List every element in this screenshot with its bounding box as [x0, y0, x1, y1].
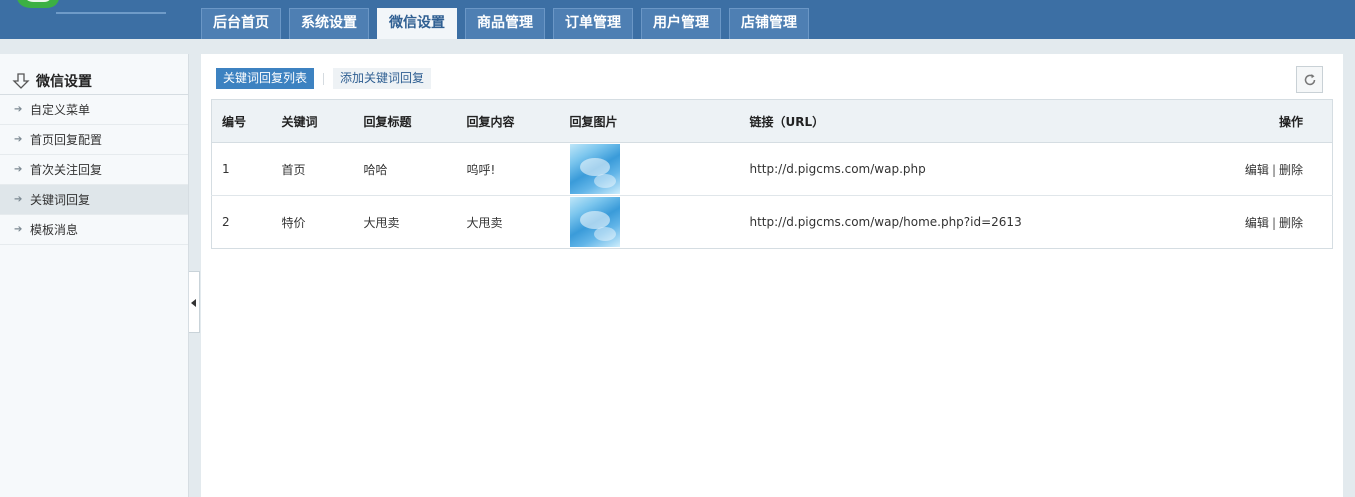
sidebar-item-first-follow-reply[interactable]: ➔ 首次关注回复 — [0, 155, 188, 185]
sidebar: 微信设置 ➔ 自定义菜单 ➔ 首页回复配置 ➔ 首次关注回复 ➔ 关键词回复 ➔… — [0, 54, 189, 497]
cell-image — [560, 196, 740, 249]
main-panel: 关键词回复列表 添加关键词回复 编号 关键词 回复标题 回复内容 回复图片 链接… — [201, 54, 1343, 497]
refresh-icon — [1304, 74, 1316, 86]
tab-dashboard[interactable]: 后台首页 — [201, 8, 281, 39]
sidebar-item-label: 自定义菜单 — [30, 102, 91, 117]
sidebar-item-label: 关键词回复 — [30, 192, 91, 207]
sidebar-item-label: 模板消息 — [30, 222, 79, 237]
keyword-reply-table: 编号 关键词 回复标题 回复内容 回复图片 链接（URL） 操作 1 首页 哈哈… — [211, 99, 1333, 249]
chevron-right-icon: ➔ — [14, 163, 23, 175]
sidebar-item-label: 首次关注回复 — [30, 162, 103, 177]
tab-store-management[interactable]: 店铺管理 — [729, 8, 809, 39]
sidebar-item-home-reply[interactable]: ➔ 首页回复配置 — [0, 125, 188, 155]
reply-image-thumbnail — [569, 197, 620, 247]
cell-id: 1 — [211, 142, 272, 196]
tab-user-management[interactable]: 用户管理 — [641, 8, 721, 39]
cell-actions: 编辑 | 删除 — [1159, 142, 1333, 196]
column-header-keyword: 关键词 — [271, 99, 354, 143]
refresh-button[interactable] — [1296, 66, 1323, 93]
top-nav-bar: PIG cms 后台首页 系统设置 微信设置 商品管理 订单管理 用户管理 店铺… — [0, 0, 1355, 39]
chevron-right-icon: ➔ — [14, 103, 23, 115]
tab-order-management[interactable]: 订单管理 — [553, 8, 633, 39]
edit-link[interactable]: 编辑 — [1245, 163, 1269, 177]
column-header-title: 回复标题 — [353, 99, 457, 143]
reply-image-thumbnail — [569, 144, 620, 194]
sidebar-collapse-handle[interactable] — [189, 271, 200, 333]
sidebar-item-template-message[interactable]: ➔ 模板消息 — [0, 215, 188, 245]
edit-link[interactable]: 编辑 — [1245, 216, 1269, 230]
subtab-add-keyword-reply[interactable]: 添加关键词回复 — [333, 68, 432, 89]
table-header-row: 编号 关键词 回复标题 回复内容 回复图片 链接（URL） 操作 — [211, 99, 1333, 143]
cell-content: 呜呼! — [456, 142, 560, 196]
sidebar-item-keyword-reply[interactable]: ➔ 关键词回复 — [0, 185, 188, 215]
main-tabs: 后台首页 系统设置 微信设置 商品管理 订单管理 用户管理 店铺管理 — [201, 8, 817, 39]
subtab-divider — [323, 72, 325, 85]
cell-title: 大甩卖 — [363, 215, 400, 230]
app-logo: PIG cms — [17, 0, 166, 14]
subtab-keyword-reply-list[interactable]: 关键词回复列表 — [216, 68, 315, 89]
action-separator: | — [1271, 162, 1276, 177]
chevron-right-icon: ➔ — [14, 193, 23, 205]
cell-url: http://d.pigcms.com/wap.php — [739, 142, 1160, 196]
chevron-right-icon: ➔ — [14, 133, 23, 145]
delete-link[interactable]: 删除 — [1279, 163, 1303, 177]
cell-id: 2 — [222, 215, 230, 229]
tab-product-management[interactable]: 商品管理 — [465, 8, 545, 39]
column-header-id: 编号 — [211, 99, 272, 143]
tab-system-settings[interactable]: 系统设置 — [289, 8, 369, 39]
cell-url: http://d.pigcms.com/wap/home.php?id=2613 — [749, 215, 1022, 229]
cell-keyword: 首页 — [271, 142, 354, 196]
svg-text:cms: cms — [122, 0, 155, 2]
sidebar-item-custom-menu[interactable]: ➔ 自定义菜单 — [0, 95, 188, 125]
cell-content: 大甩卖 — [466, 215, 503, 230]
cell-actions: 编辑 | 删除 — [1160, 196, 1333, 249]
arrow-down-icon — [12, 73, 30, 89]
cell-title: 哈哈 — [353, 142, 457, 196]
column-header-content: 回复内容 — [456, 99, 560, 143]
tab-wechat-settings[interactable]: 微信设置 — [377, 8, 457, 39]
sub-tabs: 关键词回复列表 添加关键词回复 — [216, 68, 432, 89]
table-row: 1 首页 哈哈 呜呼! http://d.pigcms.com/wap.php … — [211, 142, 1333, 196]
chevron-right-icon: ➔ — [14, 223, 23, 235]
cell-image — [559, 142, 740, 196]
column-header-image: 回复图片 — [559, 99, 740, 143]
sidebar-title-label: 微信设置 — [36, 74, 92, 90]
sidebar-item-label: 首页回复配置 — [30, 132, 103, 147]
table-row: 2 特价 大甩卖 大甩卖 http://d.pigcms.com/wap/hom… — [212, 196, 1333, 249]
sidebar-title: 微信设置 — [0, 54, 188, 95]
delete-link[interactable]: 删除 — [1279, 216, 1303, 230]
cell-keyword: 特价 — [281, 215, 306, 230]
column-header-url: 链接（URL） — [739, 99, 1160, 143]
svg-text:PIG: PIG — [68, 0, 102, 3]
column-header-actions: 操作 — [1159, 99, 1333, 143]
action-separator: | — [1271, 215, 1276, 230]
